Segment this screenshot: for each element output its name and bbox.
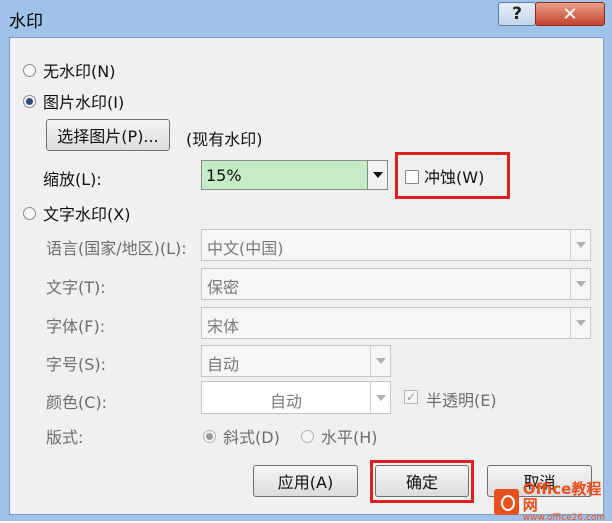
watermark-dialog: 水印 ? ✕ 无水印(N) 图片水印(I) 选择图片(P)... (现有水印) … <box>0 0 612 523</box>
current-watermark-status: (现有水印) <box>186 130 263 149</box>
chevron-down-icon[interactable] <box>367 161 387 189</box>
logo-url-text: www.office26.com <box>522 513 606 523</box>
office-logo-icon <box>494 489 519 515</box>
chevron-down-icon[interactable] <box>570 269 590 299</box>
layout-label: 版式: <box>46 428 84 447</box>
title-bar: 水印 ? ✕ <box>0 0 612 36</box>
site-logo: Office教程网 www.office26.com <box>494 481 612 523</box>
picture-watermark-label[interactable]: 图片水印(I) <box>43 89 124 113</box>
scale-combobox[interactable]: 15% <box>201 160 388 190</box>
scale-value: 15% <box>206 166 242 185</box>
apply-button[interactable]: 应用(A) <box>253 465 358 497</box>
text-watermark-label[interactable]: 文字水印(X) <box>43 201 130 225</box>
ok-button[interactable]: 确定 <box>375 465 469 497</box>
text-label: 文字(T): <box>46 278 106 297</box>
chevron-down-icon[interactable] <box>370 382 390 413</box>
no-watermark-label[interactable]: 无水印(N) <box>43 58 115 82</box>
scale-label: 缩放(L): <box>43 170 102 189</box>
language-value: 中文(中国) <box>207 239 284 258</box>
color-value: 自动 <box>269 392 302 411</box>
text-value: 保密 <box>207 278 240 297</box>
font-value: 宋体 <box>207 317 240 336</box>
close-button[interactable]: ✕ <box>535 2 605 26</box>
dialog-body: 无水印(N) 图片水印(I) 选择图片(P)... (现有水印) 缩放(L): … <box>9 37 604 515</box>
close-icon: ✕ <box>562 3 578 25</box>
size-label: 字号(S): <box>46 355 107 374</box>
font-combobox[interactable]: 宋体 <box>201 307 591 339</box>
color-picker[interactable]: 自动 <box>201 381 391 414</box>
layout-diagonal-label[interactable]: 斜式(D) <box>223 424 280 448</box>
chevron-down-icon[interactable] <box>570 308 590 338</box>
language-combobox[interactable]: 中文(中国) <box>201 229 591 261</box>
semitransparent-label[interactable]: 半透明(E) <box>426 387 497 411</box>
language-label: 语言(国家/地区)(L): <box>46 239 187 258</box>
font-label: 字体(F): <box>46 317 106 336</box>
chevron-down-icon[interactable] <box>570 230 590 260</box>
help-button[interactable]: ? <box>498 2 536 26</box>
help-icon: ? <box>512 4 522 24</box>
color-label: 颜色(C): <box>46 393 108 412</box>
dialog-title: 水印 <box>9 12 43 32</box>
chevron-down-icon[interactable] <box>370 346 390 376</box>
washout-checkbox[interactable] <box>405 170 419 184</box>
picture-watermark-radio[interactable] <box>23 95 36 108</box>
layout-horizontal-radio[interactable] <box>301 430 314 443</box>
text-watermark-radio[interactable] <box>23 207 36 220</box>
logo-main-text: Office教程网 <box>522 480 602 514</box>
no-watermark-radio[interactable] <box>23 64 36 77</box>
select-picture-button[interactable]: 选择图片(P)... <box>46 119 170 151</box>
washout-label[interactable]: 冲蚀(W) <box>424 164 484 188</box>
layout-horizontal-label[interactable]: 水平(H) <box>321 424 378 448</box>
semitransparent-checkbox[interactable]: ✓ <box>404 390 418 404</box>
size-value: 自动 <box>207 355 240 374</box>
size-combobox[interactable]: 自动 <box>201 345 391 377</box>
checkmark-icon: ✓ <box>405 390 417 404</box>
text-combobox[interactable]: 保密 <box>201 268 591 300</box>
layout-diagonal-radio[interactable] <box>203 430 216 443</box>
